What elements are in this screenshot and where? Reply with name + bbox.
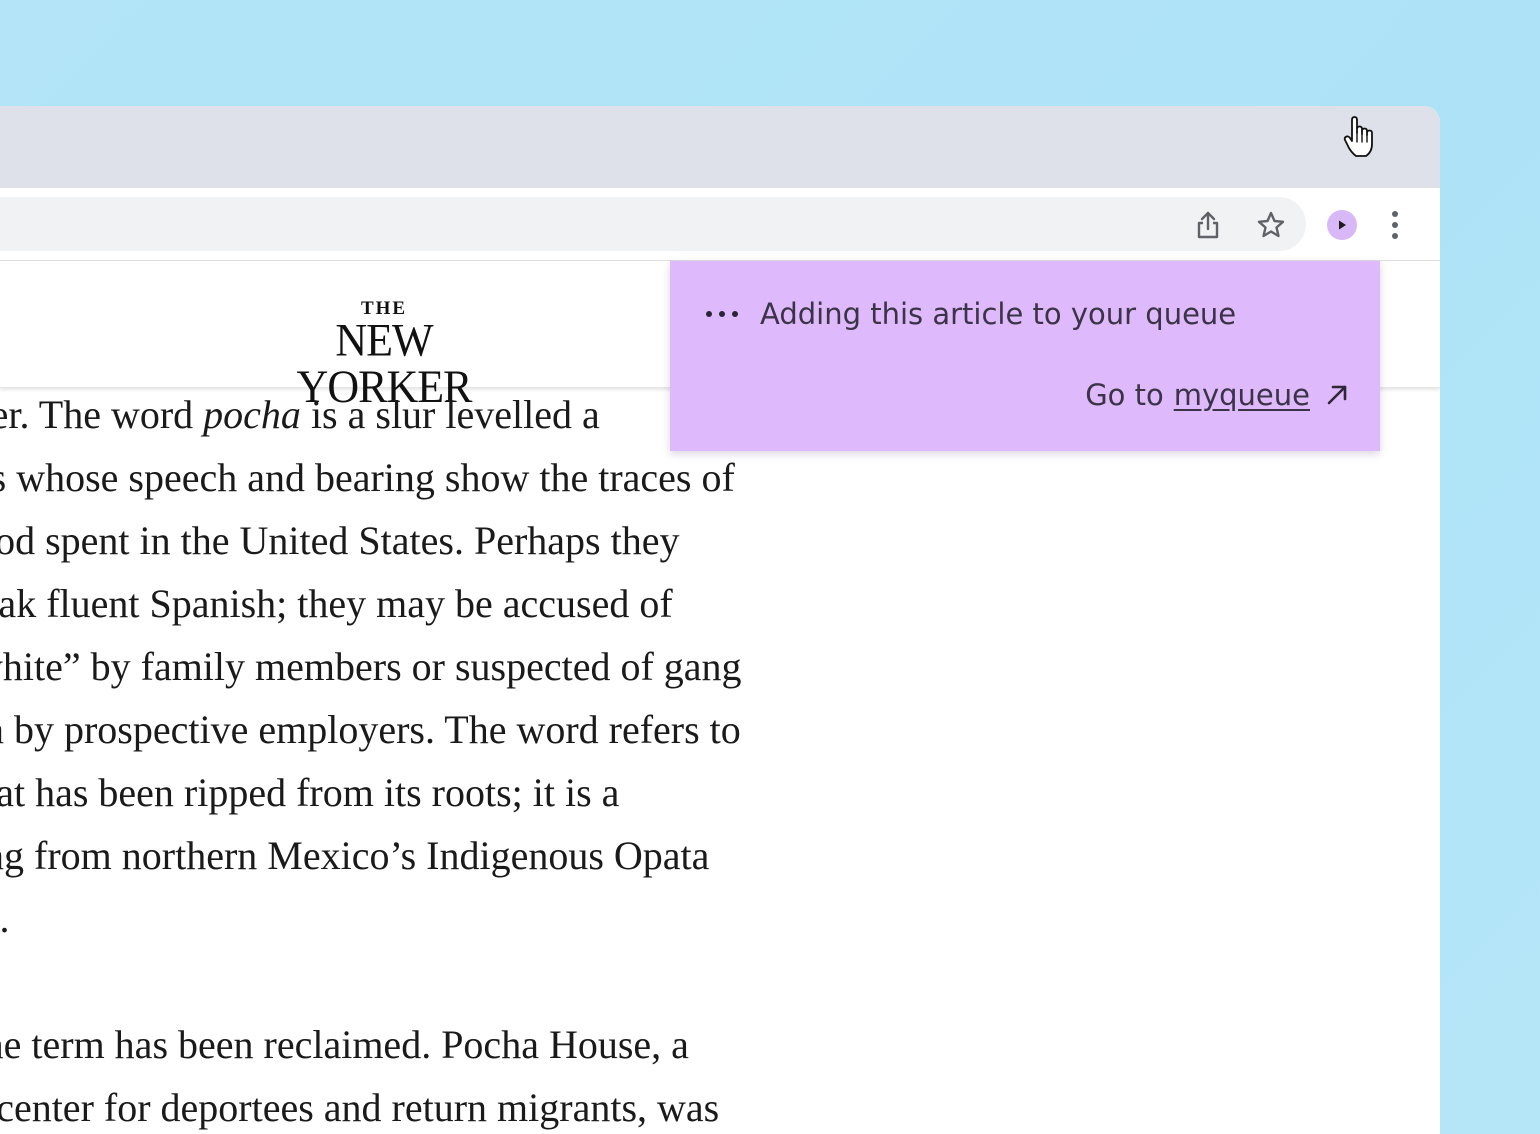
article-line: ldhood spent in the United States. Perha… xyxy=(0,518,680,563)
article-line: t speak fluent Spanish; they may be accu… xyxy=(0,581,673,626)
article-line: center. The word pocha is a slur levelle… xyxy=(0,392,600,437)
article-line: ation by prospective employers. The word… xyxy=(0,707,741,752)
queue-status: Adding this article to your queue xyxy=(706,297,1236,331)
bookmark-button[interactable] xyxy=(1251,205,1291,245)
tab-strip xyxy=(0,106,1440,188)
article-line: icans whose speech and bearing show the … xyxy=(0,455,735,500)
extension-button[interactable] xyxy=(1327,210,1357,240)
star-icon xyxy=(1257,211,1285,238)
go-to-queue-row: Go to myqueue xyxy=(1085,378,1350,412)
article-line: uage. xyxy=(0,896,10,941)
article-line: nt that has been ripped from its roots; … xyxy=(0,770,620,815)
play-icon xyxy=(1339,220,1346,230)
loading-dots-icon xyxy=(706,311,738,317)
article-line: ly, the term has been reclaimed. Pocha H… xyxy=(0,1022,689,1067)
share-icon xyxy=(1197,211,1219,239)
kebab-menu-icon xyxy=(1392,211,1398,239)
article-line: owing from northern Mexico’s Indigenous … xyxy=(0,833,710,878)
article-line: ural center for deportees and return mig… xyxy=(0,1085,720,1130)
external-arrow-icon[interactable] xyxy=(1324,382,1350,408)
share-button[interactable] xyxy=(1188,205,1228,245)
address-bar[interactable] xyxy=(0,197,1306,251)
pointer-hand-cursor-icon xyxy=(1343,116,1373,157)
browser-menu-button[interactable] xyxy=(1381,205,1409,245)
article-line: ng white” by family members or suspected… xyxy=(0,644,742,689)
queue-popup: Adding this article to your queue Go to … xyxy=(670,261,1380,451)
myqueue-link[interactable]: myqueue xyxy=(1174,378,1310,412)
queue-status-text: Adding this article to your queue xyxy=(760,297,1237,331)
go-to-label: Go to xyxy=(1085,378,1164,412)
browser-toolbar xyxy=(0,188,1440,261)
